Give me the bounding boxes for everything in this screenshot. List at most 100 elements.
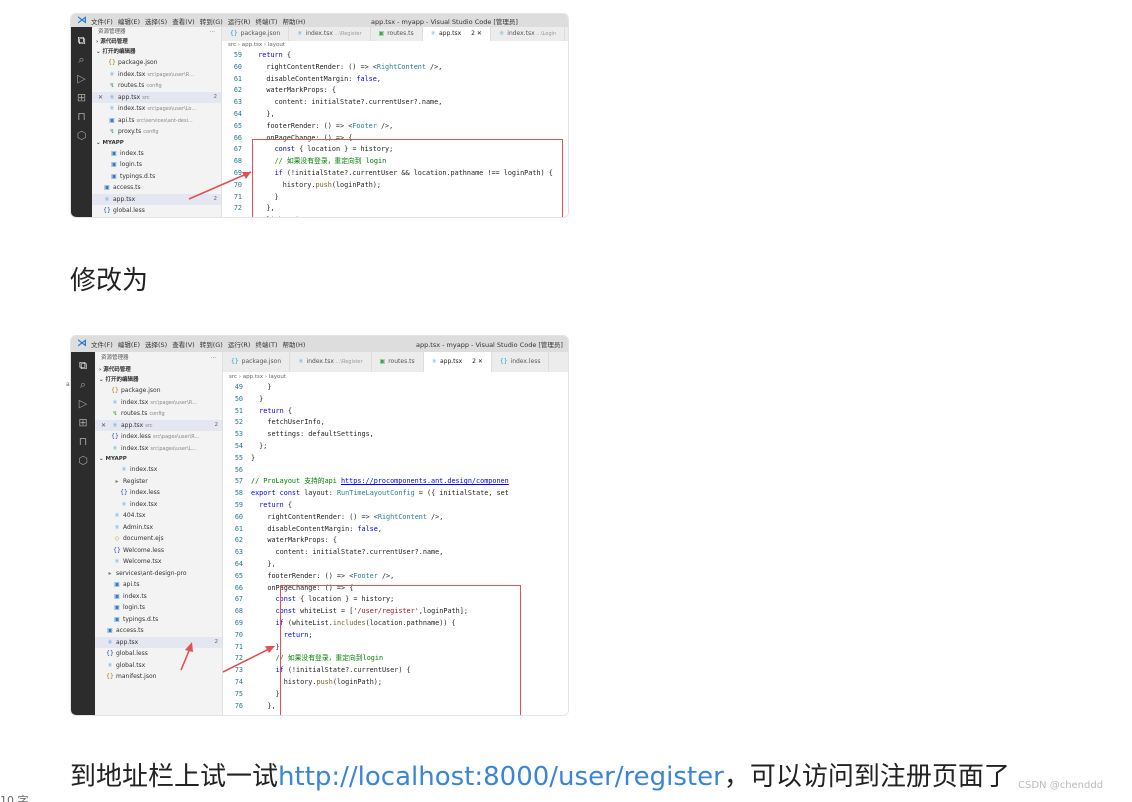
menu-item[interactable]: 选择(S) (145, 341, 167, 349)
file-tree-item[interactable]: ▣ api.ts (95, 579, 222, 591)
open-editor-item[interactable]: ⚛ index.tsx src\pages\user\L... (95, 443, 222, 455)
files-icon[interactable]: ⧉ (78, 34, 86, 47)
menu-item[interactable]: 运行(R) (228, 18, 251, 26)
editor-tab[interactable]: ⚛ app.tsx 2 ✕ (422, 27, 491, 41)
file-tree-item[interactable]: ⚛ app.tsx 2 (95, 636, 222, 648)
editor-tab[interactable]: {} index.less (492, 352, 550, 372)
menu-item[interactable]: 文件(F) (91, 18, 113, 26)
close-icon[interactable]: ✕ (98, 92, 103, 104)
tab-close-icon[interactable]: 2 ✕ (470, 358, 483, 365)
open-editor-item[interactable]: ↯ routes.ts config (92, 80, 221, 92)
menu-item[interactable]: 选择(S) (145, 18, 167, 26)
open-editor-item[interactable]: ↯ routes.ts config (95, 408, 222, 420)
open-editor-item[interactable]: ✕ ⚛ app.tsx src 2 (95, 419, 222, 432)
file-tree-item[interactable]: ▣ index.ts (95, 591, 222, 603)
breadcrumb[interactable]: src › app.tsx › layout (228, 41, 285, 50)
section-source-control[interactable]: › 源代码管理 (95, 365, 222, 375)
file-tree-item[interactable]: ▣ index.ts (92, 148, 221, 160)
menu-bar[interactable]: 文件(F) 编辑(E) 选择(S) 查看(V) 转到(G) 运行(R) 终端(T) 帮助(H) (91, 16, 310, 26)
file-tree-item[interactable]: ▣ access.ts (95, 625, 222, 637)
editor-tab[interactable]: ⚛ app.tsx 2 ✕ (423, 352, 492, 372)
line-number: 66 (234, 583, 243, 592)
file-tree-item[interactable]: ⚛ app.tsx 2 (92, 193, 221, 205)
run-debug-icon[interactable]: ▷ (77, 72, 85, 85)
menu-item[interactable]: 帮助(H) (282, 341, 305, 349)
menu-item[interactable]: 编辑(E) (118, 341, 140, 349)
editor-tab[interactable]: {} package.json (222, 27, 290, 41)
file-tree-item[interactable]: ▣ login.ts (92, 159, 221, 171)
section-open-editors[interactable]: ⌄ 打开的编辑器 (95, 375, 222, 385)
file-tree-item[interactable]: ⚛ Admin.tsx (95, 522, 222, 534)
file-tree-item[interactable]: ▣ login.ts (95, 602, 222, 614)
menu-item[interactable]: 编辑(E) (118, 18, 140, 26)
section-open-editors[interactable]: ⌄ 打开的编辑器 (92, 47, 221, 57)
breadcrumb-item[interactable]: layout (269, 374, 286, 380)
breadcrumb[interactable]: src › app.tsx › layout (229, 372, 286, 382)
open-editor-item[interactable]: ↯ proxy.ts config (92, 126, 221, 138)
open-editor-item[interactable]: {} index.less src\pages\user\R... (95, 431, 222, 443)
breadcrumb-item[interactable]: src (228, 42, 236, 48)
extensions-icon[interactable]: ⊞ (77, 91, 86, 104)
breadcrumb-item[interactable]: app.tsx (242, 42, 262, 48)
file-tree-item[interactable]: ⚛ Welcome.tsx (95, 556, 222, 568)
code-text: return { (259, 500, 292, 509)
file-tree-item[interactable]: ▣ typings.d.ts (95, 614, 222, 626)
editor-tab[interactable]: ▣ routes.ts (372, 352, 424, 372)
menu-item[interactable]: 查看(V) (172, 341, 195, 349)
file-tree-item[interactable]: ▸ services\ant-design-pro (95, 568, 222, 580)
menu-item[interactable]: 运行(R) (228, 341, 251, 349)
open-editor-item[interactable]: {} package.json (95, 385, 222, 397)
editor-tab[interactable]: ⚛ap (565, 27, 568, 41)
editor-tab[interactable]: {} package.json (223, 352, 291, 372)
file-tree-item[interactable]: ▸ Register (95, 476, 222, 488)
search-icon[interactable]: ⌕ (78, 53, 84, 66)
search-icon[interactable]: ⌕ (80, 378, 86, 391)
section-source-control[interactable]: › 源代码管理 (92, 37, 221, 47)
open-editor-item[interactable]: ▣ api.ts src\services\ant-desi... (92, 115, 221, 127)
file-tree-item[interactable]: ⚛ index.tsx (95, 499, 222, 511)
menu-bar[interactable]: 文件(F) 编辑(E) 选择(S) 查看(V) 转到(G) 运行(R) 终端(T) 帮助(H) (91, 339, 310, 349)
file-tree-item[interactable]: {} global.less (92, 205, 221, 217)
file-tree-item[interactable]: ▣ access.ts (92, 182, 221, 194)
bookmark-icon[interactable]: ⊓ (77, 110, 86, 123)
file-tree-item[interactable]: ▣ typings.d.ts (92, 171, 221, 183)
file-tree-item[interactable]: {} Welcome.less (95, 545, 222, 557)
breadcrumb-item[interactable]: app.tsx (243, 374, 263, 380)
editor-tab[interactable]: ⚛ index.tsx ...\Register (290, 352, 372, 372)
breadcrumb-item[interactable]: src (229, 374, 237, 380)
menu-item[interactable]: 转到(G) (200, 18, 223, 26)
menu-item[interactable]: 帮助(H) (282, 18, 305, 26)
open-editor-item[interactable]: {} package.json (92, 57, 221, 69)
register-link[interactable]: http://localhost:8000/user/register (278, 762, 724, 792)
section-project[interactable]: ⌄ MYAPP (92, 138, 221, 148)
tab-close-icon[interactable]: 2 ✕ (469, 30, 482, 37)
file-tree-item[interactable]: ◇ document.ejs (95, 533, 222, 545)
source-control-icon[interactable]: ⬡ (77, 129, 87, 142)
file-tree-item[interactable]: {} index.less (95, 487, 222, 499)
file-tree-item[interactable]: {} global.less (95, 648, 222, 660)
menu-item[interactable]: 文件(F) (91, 341, 113, 349)
editor-tab[interactable]: ⚛ index.tsx ...\Login (491, 27, 566, 41)
source-control-icon[interactable]: ⬡ (78, 454, 88, 467)
section-project[interactable]: ⌄ MYAPP (95, 454, 222, 464)
run-debug-icon[interactable]: ▷ (79, 397, 87, 410)
bookmark-icon[interactable]: ⊓ (79, 435, 88, 448)
menu-item[interactable]: 终端(T) (255, 341, 277, 349)
open-editor-item[interactable]: ⚛ index.tsx src\pages\user\R... (92, 69, 221, 81)
breadcrumb-item[interactable]: layout (268, 42, 285, 48)
extensions-icon[interactable]: ⊞ (78, 416, 87, 429)
open-editor-item[interactable]: ⚛ index.tsx src\pages\user\R... (95, 397, 222, 409)
menu-item[interactable]: 查看(V) (172, 18, 195, 26)
close-icon[interactable]: ✕ (101, 420, 106, 432)
menu-item[interactable]: 终端(T) (255, 18, 277, 26)
menu-item[interactable]: 转到(G) (200, 341, 223, 349)
editor-tab[interactable]: ▣ routes.ts (371, 27, 423, 41)
editor-tab[interactable]: ⚛ index.tsx ...\Register (289, 27, 371, 41)
open-editor-item[interactable]: ✕ ⚛ app.tsx src 2 (92, 91, 221, 104)
file-tree-item[interactable]: ⚛ index.tsx (95, 464, 222, 476)
open-editor-item[interactable]: ⚛ index.tsx src\pages\user\Lo... (92, 103, 221, 115)
files-icon[interactable]: ⧉ (79, 359, 87, 372)
file-tree-item[interactable]: ⚛ global.tsx (95, 660, 222, 672)
file-tree-item[interactable]: {} manifest.json (95, 671, 222, 683)
file-tree-item[interactable]: ⚛ 404.tsx (95, 510, 222, 522)
